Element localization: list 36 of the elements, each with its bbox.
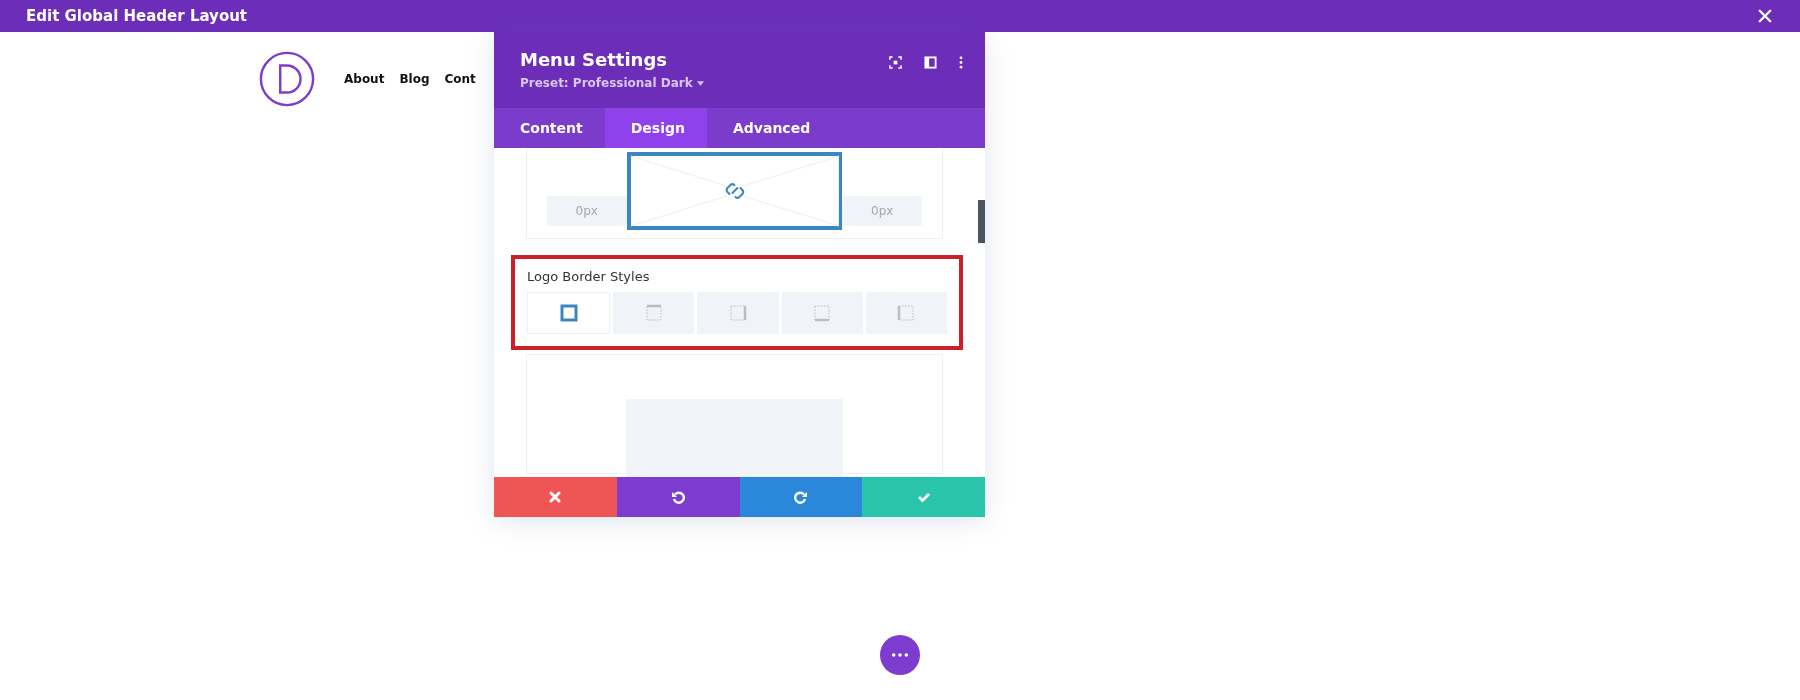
border-right-option[interactable] bbox=[697, 292, 779, 334]
nav-link[interactable]: Blog bbox=[399, 72, 430, 86]
close-icon[interactable] bbox=[1758, 9, 1772, 23]
sidebar-icon[interactable] bbox=[924, 55, 937, 69]
more-icon bbox=[891, 653, 909, 657]
border-bottom-icon bbox=[812, 303, 833, 323]
border-top-icon bbox=[643, 303, 664, 323]
border-bottom-option[interactable] bbox=[781, 292, 863, 334]
panel-title: Menu Settings bbox=[520, 49, 668, 70]
caret-icon[interactable] bbox=[696, 80, 704, 86]
checkmark-icon bbox=[916, 490, 931, 504]
redo-button[interactable] bbox=[739, 477, 863, 517]
close-icon bbox=[548, 490, 563, 504]
tab[interactable]: Design bbox=[604, 108, 707, 148]
border-all-icon bbox=[558, 303, 579, 323]
cancel-button[interactable] bbox=[494, 477, 617, 517]
preset-dropdown[interactable]: Preset: Professional Dark bbox=[520, 76, 704, 90]
more-options-button[interactable] bbox=[880, 635, 920, 675]
tab[interactable]: Advanced bbox=[706, 108, 833, 148]
tab[interactable]: Content bbox=[494, 108, 605, 148]
save-button[interactable] bbox=[862, 477, 985, 517]
undo-icon bbox=[671, 490, 686, 504]
scrollbar[interactable] bbox=[978, 200, 985, 243]
more-icon[interactable] bbox=[959, 55, 963, 69]
border-right-icon bbox=[728, 303, 748, 323]
nav-link[interactable]: Cont bbox=[444, 72, 476, 86]
border-left-icon bbox=[896, 303, 917, 323]
border-left-option[interactable] bbox=[865, 292, 947, 334]
field-label: Logo Border Styles bbox=[527, 269, 651, 284]
fullscreen-icon[interactable] bbox=[889, 55, 902, 69]
undo-button[interactable] bbox=[616, 477, 740, 517]
window-title: Edit Global Header Layout bbox=[26, 7, 248, 25]
border-all-option[interactable] bbox=[527, 292, 611, 334]
nav-link[interactable]: About bbox=[344, 72, 385, 86]
logo-icon[interactable] bbox=[258, 50, 316, 108]
redo-icon bbox=[793, 490, 808, 504]
